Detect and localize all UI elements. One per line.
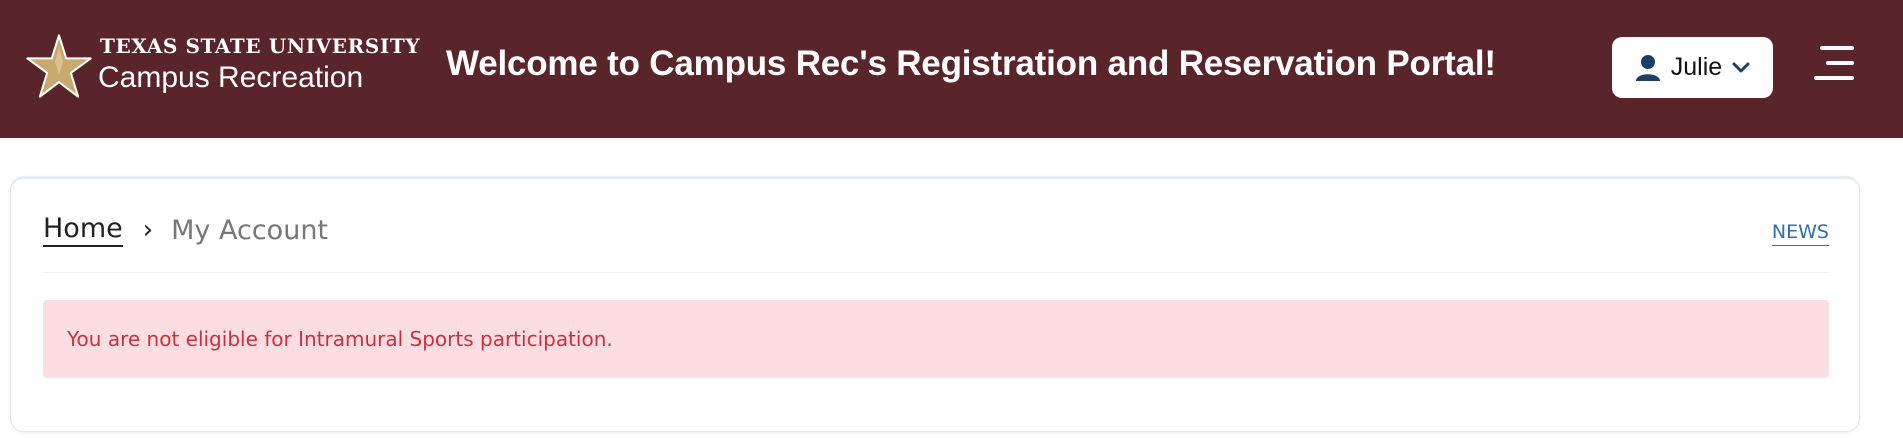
eligibility-alert: You are not eligible for Intramural Spor… <box>43 300 1829 378</box>
account-card: Home › My Account NEWS You are not eligi… <box>10 176 1860 432</box>
user-menu-button[interactable]: Julie <box>1612 37 1773 98</box>
breadcrumb-home-link[interactable]: Home <box>43 213 123 247</box>
breadcrumb-current: My Account <box>171 214 329 246</box>
university-name: TEXAS STATE UNIVERSITY <box>100 34 421 58</box>
site-header: TEXAS STATE UNIVERSITY Campus Recreation… <box>0 0 1903 138</box>
welcome-title: Welcome to Campus Rec's Registration and… <box>446 44 1496 83</box>
user-icon <box>1635 54 1660 81</box>
breadcrumb: Home › My Account <box>43 213 328 247</box>
user-name: Julie <box>1670 53 1723 81</box>
alert-message: You are not eligible for Intramural Spor… <box>67 327 613 351</box>
chevron-down-icon <box>1732 62 1750 72</box>
star-logo-icon <box>26 34 92 98</box>
texas-state-campus-rec-logo[interactable]: TEXAS STATE UNIVERSITY Campus Recreation <box>26 34 420 104</box>
hamburger-menu-button[interactable] <box>1814 42 1856 84</box>
chevron-right-icon: › <box>142 215 154 245</box>
news-link[interactable]: NEWS <box>1771 221 1829 246</box>
hamburger-icon <box>1814 46 1854 80</box>
divider <box>43 272 1829 273</box>
department-name: Campus Recreation <box>98 61 364 94</box>
